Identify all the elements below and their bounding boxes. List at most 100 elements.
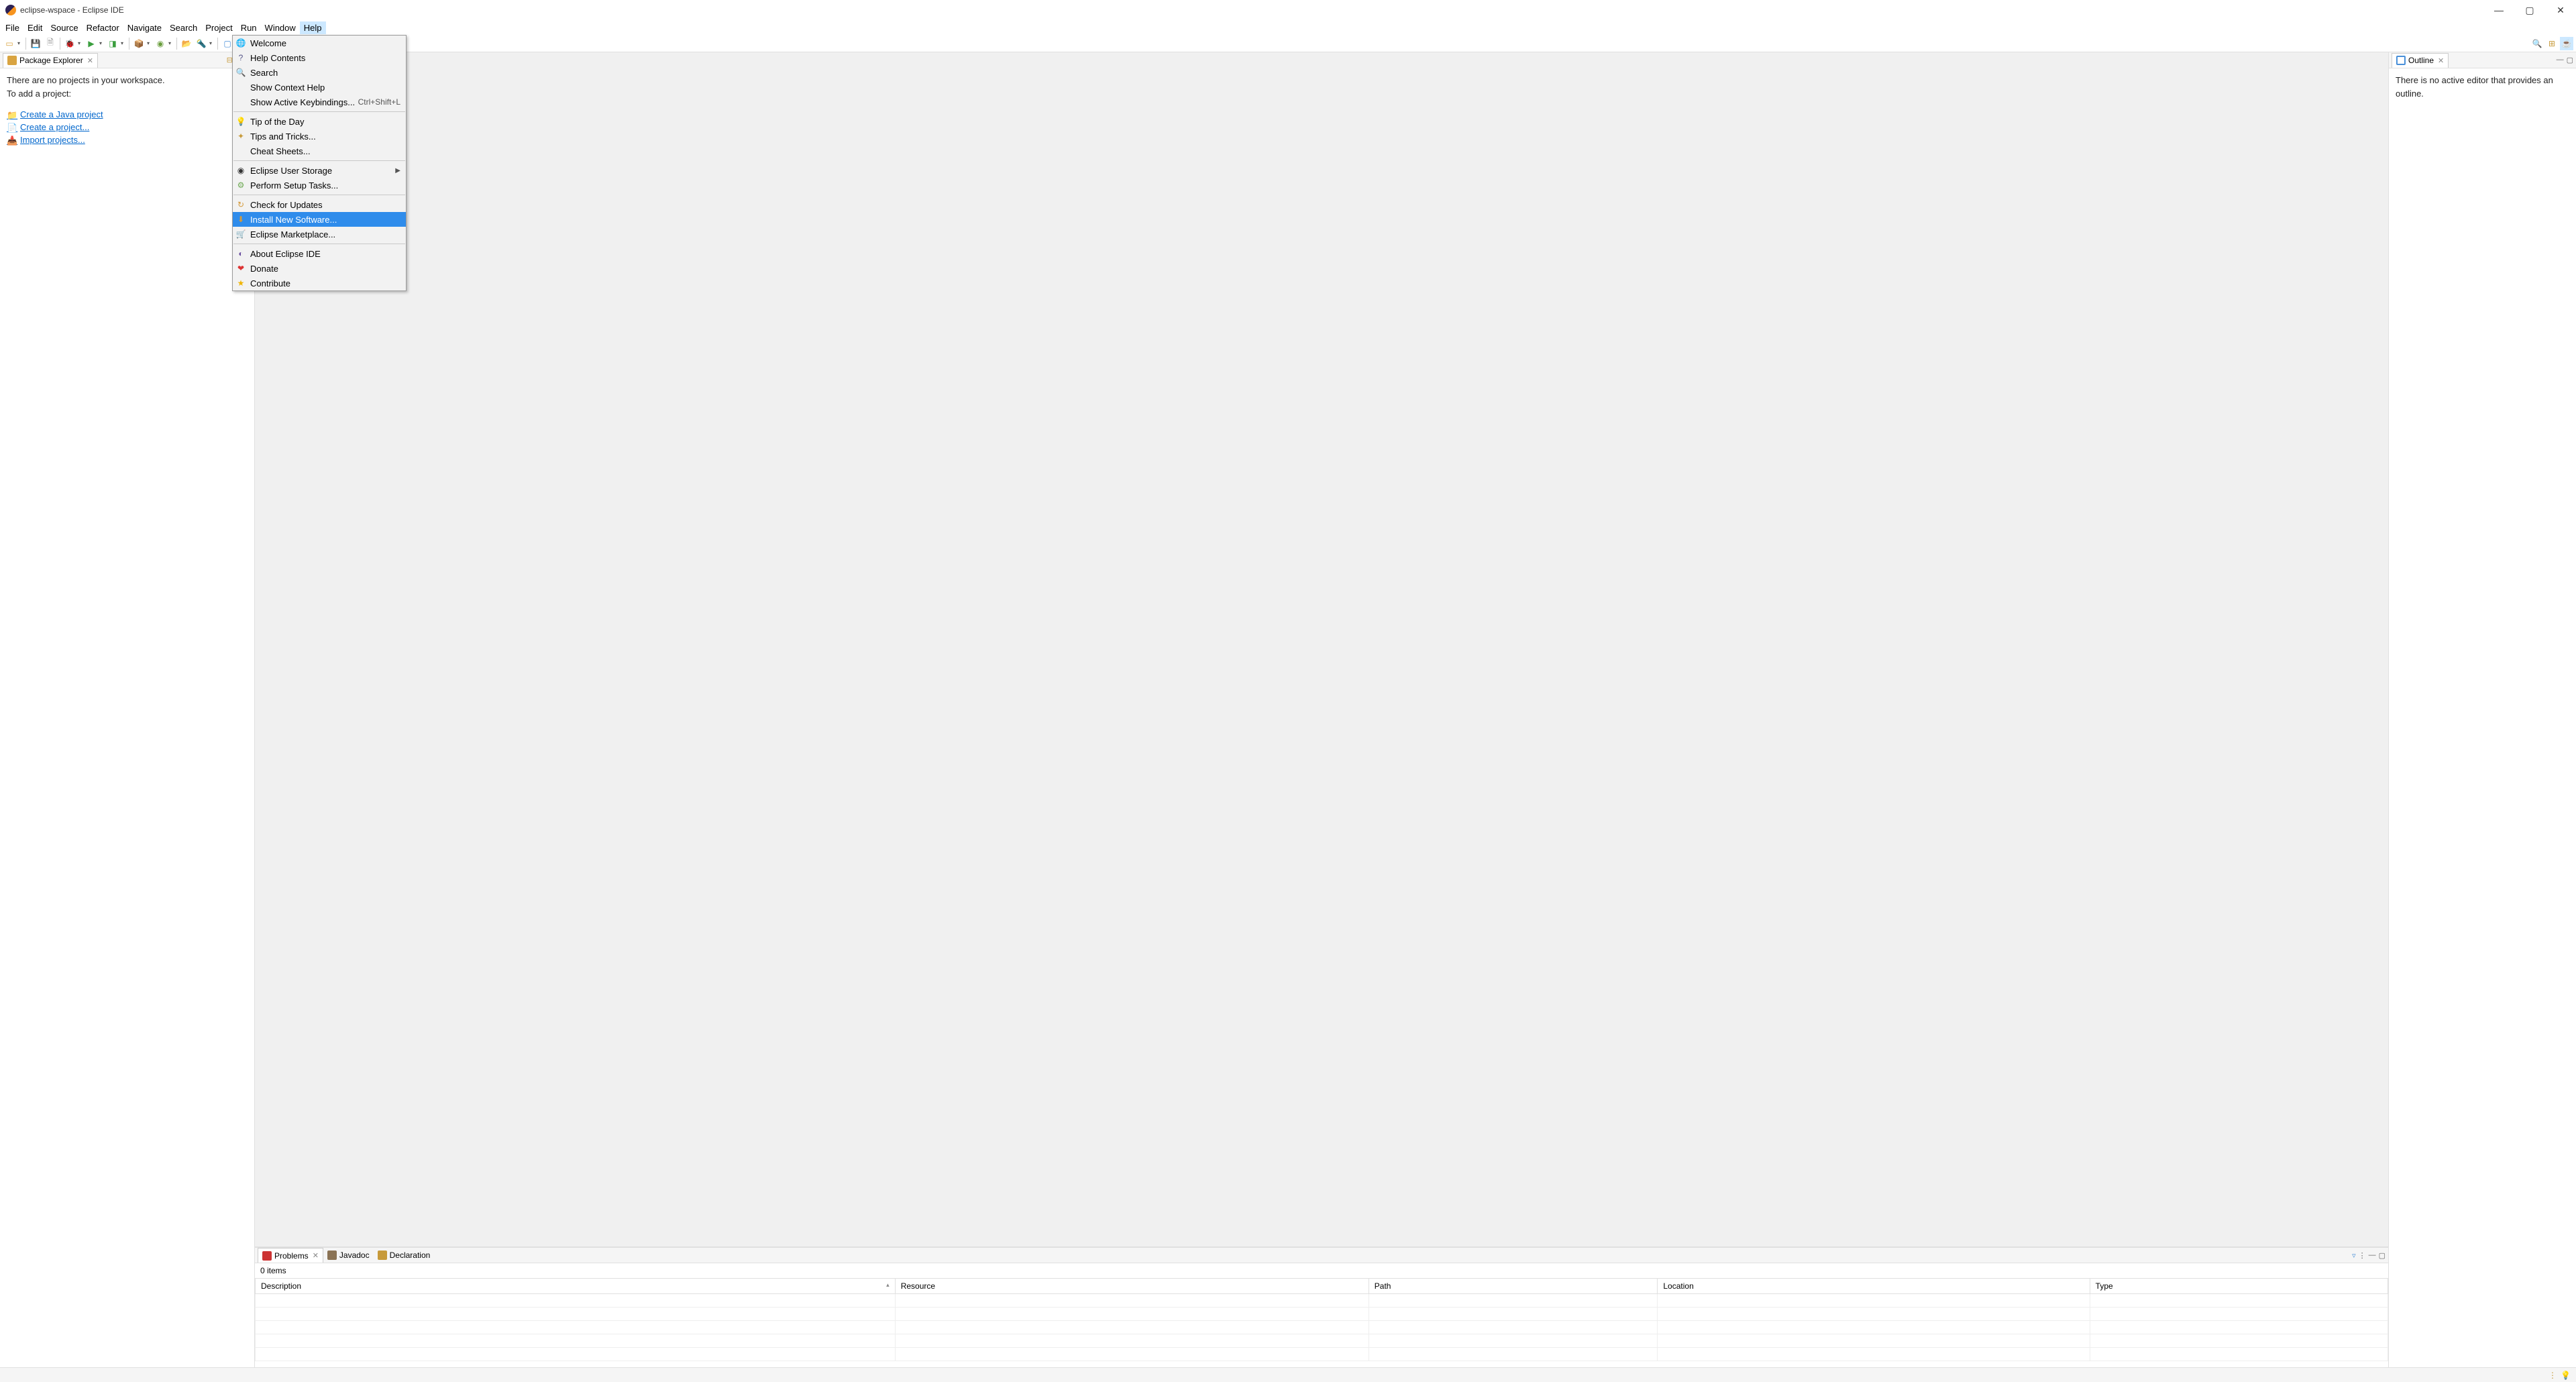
help-menu-tip-of-the-day[interactable]: 💡Tip of the Day xyxy=(233,114,406,129)
link-import-projects[interactable]: 📥Import projects... xyxy=(7,135,248,145)
java-perspective-icon[interactable]: ☕ xyxy=(2560,37,2573,50)
search-toolbar-icon[interactable]: 🔍 xyxy=(2530,37,2544,50)
run-icon[interactable]: ▶ xyxy=(85,37,98,50)
new-proj-icon: 📄 xyxy=(7,123,16,132)
tab-declaration[interactable]: Declaration xyxy=(374,1248,435,1263)
column-description[interactable]: Description xyxy=(256,1279,896,1294)
menu-item-label: Donate xyxy=(250,264,278,274)
open-type-icon[interactable]: 📂 xyxy=(180,37,193,50)
tab-javadoc[interactable]: Javadoc xyxy=(323,1248,374,1263)
table-row xyxy=(256,1348,2388,1361)
menu-run[interactable]: Run xyxy=(237,21,261,34)
help-menu-perform-setup-tasks[interactable]: ⚙Perform Setup Tasks... xyxy=(233,178,406,193)
close-button[interactable]: ✕ xyxy=(2545,0,2576,20)
new-class-icon[interactable]: ◉ xyxy=(154,37,167,50)
help-menu-check-for-updates[interactable]: ↻ Check for Updates xyxy=(233,197,406,212)
help-menu-search[interactable]: 🔍Search xyxy=(233,65,406,80)
globe-icon: 🌐 xyxy=(235,38,246,48)
dropdown-arrow-icon[interactable]: ▾ xyxy=(17,40,23,46)
menu-refactor[interactable]: Refactor xyxy=(83,21,123,34)
column-path[interactable]: Path xyxy=(1368,1279,1658,1294)
package-explorer-label: Package Explorer xyxy=(19,56,83,65)
filter-icon[interactable]: ▿ xyxy=(2352,1251,2356,1260)
coverage-icon[interactable]: ◨ xyxy=(106,37,119,50)
import-icon: 📥 xyxy=(7,136,16,145)
menu-window[interactable]: Window xyxy=(261,21,300,34)
declaration-icon xyxy=(378,1251,387,1260)
menu-edit[interactable]: Edit xyxy=(23,21,46,34)
menu-item-label: Cheat Sheets... xyxy=(250,146,311,156)
tab-problems[interactable]: Problems ✕ xyxy=(258,1248,323,1263)
menu-search[interactable]: Search xyxy=(166,21,201,34)
menubar: FileEditSourceRefactorNavigateSearchProj… xyxy=(0,20,2576,35)
maximize-view-icon[interactable]: ▢ xyxy=(2567,56,2573,64)
link-create-a-java-project[interactable]: 📁 Create a Java project xyxy=(7,109,248,119)
menu-item-label: About Eclipse IDE xyxy=(250,249,321,259)
maximize-button[interactable]: ▢ xyxy=(2514,0,2545,20)
help-menu-donate[interactable]: ❤Donate xyxy=(233,261,406,276)
link-create-a-project[interactable]: 📄Create a project... xyxy=(7,122,248,132)
tab-label: Problems xyxy=(274,1251,309,1261)
open-perspective-icon[interactable]: ⊞ xyxy=(2545,37,2559,50)
menu-item-label: Check for Updates xyxy=(250,200,323,210)
package-explorer-tab[interactable]: Package Explorer ✕ xyxy=(3,53,98,68)
save-all-icon[interactable]: 🗎 xyxy=(44,37,57,50)
minimize-view-icon[interactable]: — xyxy=(2557,56,2564,64)
new-package-icon[interactable]: 📦 xyxy=(132,37,146,50)
menu-separator xyxy=(233,111,405,112)
help-menu-cheat-sheets[interactable]: Cheat Sheets... xyxy=(233,144,406,158)
link-label: Create a Java project xyxy=(20,109,103,119)
table-row xyxy=(256,1308,2388,1321)
table-row xyxy=(256,1334,2388,1348)
menu-item-label: Eclipse User Storage xyxy=(250,166,332,176)
menu-file[interactable]: File xyxy=(1,21,23,34)
search-icon[interactable]: 🔦 xyxy=(195,37,208,50)
help-menu-contribute[interactable]: ★Contribute xyxy=(233,276,406,290)
close-tab-icon[interactable]: ✕ xyxy=(313,1251,319,1260)
help-icon: ? xyxy=(235,52,246,63)
help-menu-eclipse-marketplace[interactable]: 🛒Eclipse Marketplace... xyxy=(233,227,406,242)
help-menu-eclipse-user-storage[interactable]: ◉Eclipse User Storage▶ xyxy=(233,163,406,178)
javadoc-icon xyxy=(327,1251,337,1260)
menu-item-label: Show Context Help xyxy=(250,83,325,93)
help-menu-install-new-software[interactable]: ⬇Install New Software... xyxy=(233,212,406,227)
view-menu-icon[interactable]: ⋮ xyxy=(2359,1251,2366,1260)
outline-empty-msg: There is no active editor that provides … xyxy=(2396,74,2569,100)
menu-item-label: Install New Software... xyxy=(250,215,337,225)
column-location[interactable]: Location xyxy=(1658,1279,2090,1294)
help-menu-show-context-help[interactable]: Show Context Help xyxy=(233,80,406,95)
package-explorer-panel: Package Explorer ✕ ⊟ ⇄ ⋮ There are no pr… xyxy=(0,52,255,1367)
minimize-button[interactable]: — xyxy=(2483,0,2514,20)
maximize-view-icon[interactable]: ▢ xyxy=(2379,1251,2385,1260)
java-proj-icon: 📁 xyxy=(7,110,16,119)
menu-item-label: Show Active Keybindings... xyxy=(250,97,355,107)
help-menu-show-active-keybindings[interactable]: Show Active Keybindings...Ctrl+Shift+L xyxy=(233,95,406,109)
statusbar: ⋮ 💡 xyxy=(0,1367,2576,1382)
menu-item-label: Welcome xyxy=(250,38,286,48)
tip-icon[interactable]: 💡 xyxy=(2561,1371,2571,1380)
close-tab-icon[interactable]: ✕ xyxy=(2438,56,2444,65)
help-menu-about-eclipse-ide[interactable]: ◐About Eclipse IDE xyxy=(233,246,406,261)
bottom-tabs: Problems ✕ JavadocDeclaration ▿ ⋮ — ▢ xyxy=(255,1247,2388,1263)
new-icon[interactable]: ▭ xyxy=(3,37,16,50)
column-resource[interactable]: Resource xyxy=(895,1279,1368,1294)
debug-icon[interactable]: 🐞 xyxy=(63,37,76,50)
outline-icon xyxy=(2396,56,2406,65)
help-menu-tips-and-tricks[interactable]: ✦Tips and Tricks... xyxy=(233,129,406,144)
column-type[interactable]: Type xyxy=(2090,1279,2387,1294)
outline-tab[interactable]: Outline ✕ xyxy=(2392,53,2449,68)
menu-help[interactable]: Help xyxy=(300,21,326,34)
menu-project[interactable]: Project xyxy=(201,21,236,34)
update-icon: ↻ xyxy=(235,199,246,210)
save-icon[interactable]: 💾 xyxy=(29,37,42,50)
empty-workspace-msg: There are no projects in your workspace. xyxy=(7,74,248,87)
help-menu-welcome[interactable]: 🌐 Welcome xyxy=(233,36,406,50)
menu-source[interactable]: Source xyxy=(46,21,82,34)
items-count: 0 items xyxy=(255,1263,2388,1278)
table-row xyxy=(256,1321,2388,1334)
minimize-view-icon[interactable]: — xyxy=(2369,1251,2376,1260)
help-menu-help-contents[interactable]: ?Help Contents xyxy=(233,50,406,65)
close-tab-icon[interactable]: ✕ xyxy=(87,56,93,65)
window-title: eclipse-wspace - Eclipse IDE xyxy=(20,5,124,15)
menu-navigate[interactable]: Navigate xyxy=(123,21,166,34)
